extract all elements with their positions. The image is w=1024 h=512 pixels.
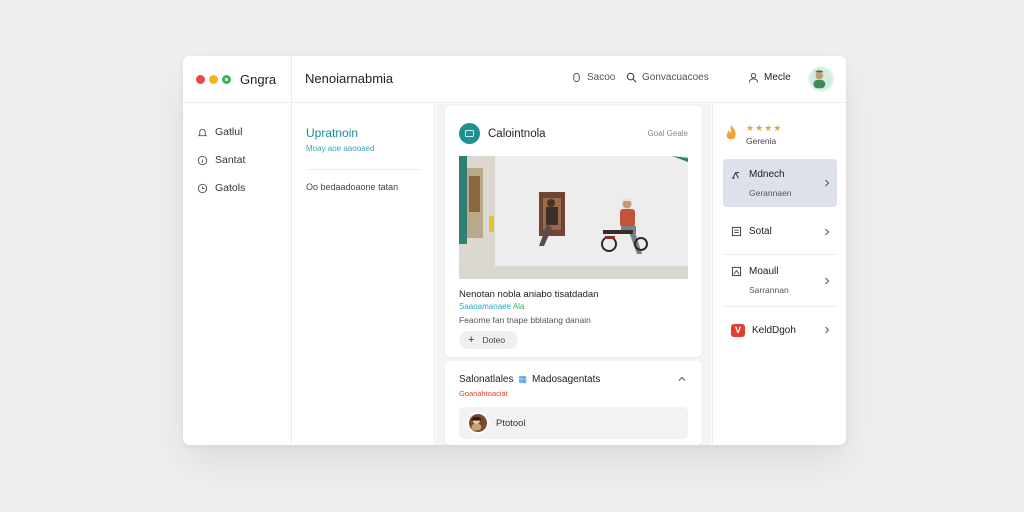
top-bar: Gngra Nenoiarnabmia Sacoo Gonvacuacoes M… [183,56,846,103]
right-item-sub: Sarrannan [749,285,789,295]
post-link-text: Saaoamanaee [459,302,512,311]
plus-icon: + [468,334,475,346]
right-item-label: KeldDgoh [752,324,796,336]
post-meta: Goal Geale [647,129,688,138]
right-item-1[interactable]: Mdnech Gerannaen [723,159,837,207]
chevron-right-icon [825,326,830,334]
bell-icon [197,128,208,136]
document-icon [731,226,742,237]
kick-scooter-icon [731,171,740,179]
chevron-up-icon[interactable] [678,375,686,383]
rating: ★★★★ Gerenia [723,124,837,159]
brand: Gngra [183,56,292,103]
maximize-window-button[interactable] [222,75,231,84]
sidebar: Gatlul Santat Gatols [183,104,292,445]
list-item[interactable]: Oo bedaadoaone tatan [306,182,422,192]
channel-icon [459,123,480,144]
add-button[interactable]: + Doteo [459,331,519,349]
avatar[interactable] [808,66,834,92]
avatar [467,412,489,434]
section-badge: Madosagentats [532,374,601,385]
clock-icon [197,183,208,193]
info-icon [197,155,208,165]
section-header[interactable]: Salonatlales ▦ Madosagentats [459,374,600,385]
topbar-lock-item[interactable]: Sacoo [571,72,615,83]
sidebar-item-1[interactable]: Gatlul [183,118,291,146]
chevron-right-icon [825,277,830,284]
row-label: Ptotool [496,417,526,429]
post-card: Calointnola Goal Geale Nenotan nobla ani… [445,106,702,357]
post-link[interactable]: Saaoamanaee Ala [459,302,524,311]
rating-label: Gerenia [746,136,777,146]
post-image[interactable] [459,156,688,279]
right-item-3[interactable]: Moaull Sarrannan [723,255,837,307]
sidebar-item-label: Gatlul [215,126,243,138]
post-channel[interactable]: Calointnola [459,123,546,144]
sidebar-item-3[interactable]: Gatols [183,174,291,202]
street-scene-image [459,156,688,279]
list-subtitle: Moay aoe aaooaed [306,144,375,153]
grid-icon: ▦ [518,374,527,384]
list-panel: Upratnoin Moay aoe aaooaed Oo bedaadoaon… [293,104,435,445]
image-icon [731,266,742,277]
chevron-right-icon [825,179,830,187]
right-panel: ★★★★ Gerenia Mdnech Gerannaen Sotal Moau… [712,104,846,445]
lock-icon [573,72,580,83]
user-icon [748,72,759,83]
right-item-2[interactable]: Sotal [723,209,837,255]
channel-name: Calointnola [488,127,546,140]
post-headline[interactable]: Nenotan nobla aniabo tisatdadan [459,289,598,300]
list-item[interactable]: Ptotool [459,407,688,439]
topbar-user-item[interactable]: Mecle [748,72,791,83]
flame-icon [726,125,736,140]
minimize-window-button[interactable] [209,75,218,84]
page-title: Nenoiarnabmia [305,71,394,86]
section-subtitle: Goanahtoaciat [459,389,508,398]
star-rating: ★★★★ [746,123,783,133]
post-link-tag: Ala [512,302,525,311]
divider [306,169,422,170]
topbar-search-label: Gonvacuacoes [642,72,709,83]
list-title[interactable]: Upratnoin [306,126,422,140]
feed: Calointnola Goal Geale Nenotan nobla ani… [436,104,711,445]
app-window: Gngra Nenoiarnabmia Sacoo Gonvacuacoes M… [183,56,846,445]
topbar-lock-label: Sacoo [587,72,616,83]
add-button-label: Doteo [482,335,506,345]
sidebar-item-label: Santat [215,154,246,166]
post-description: Feaome fan tnape bblatang danain [459,315,591,325]
v-badge-icon: V [731,323,745,337]
app-name: Gngra [240,72,277,87]
section-card: Salonatlales ▦ Madosagentats Goanahtoaci… [445,361,702,445]
close-window-button[interactable] [196,75,205,84]
sidebar-item-label: Gatols [215,182,246,194]
topbar-search-item[interactable]: Gonvacuacoes [626,72,709,83]
right-item-label: Mdnech [749,168,785,180]
topbar-user-label: Mecle [764,72,791,83]
right-item-label: Sotal [749,226,772,237]
search-icon [626,72,637,83]
chevron-right-icon [825,228,830,235]
avatar-image [813,70,826,89]
sidebar-item-2[interactable]: Santat [183,146,291,174]
section-title: Salonatlales [459,374,514,385]
right-item-4[interactable]: V KeldDgoh [723,307,837,353]
right-item-label: Moaull [749,266,779,277]
right-item-sub: Gerannaen [749,187,792,198]
